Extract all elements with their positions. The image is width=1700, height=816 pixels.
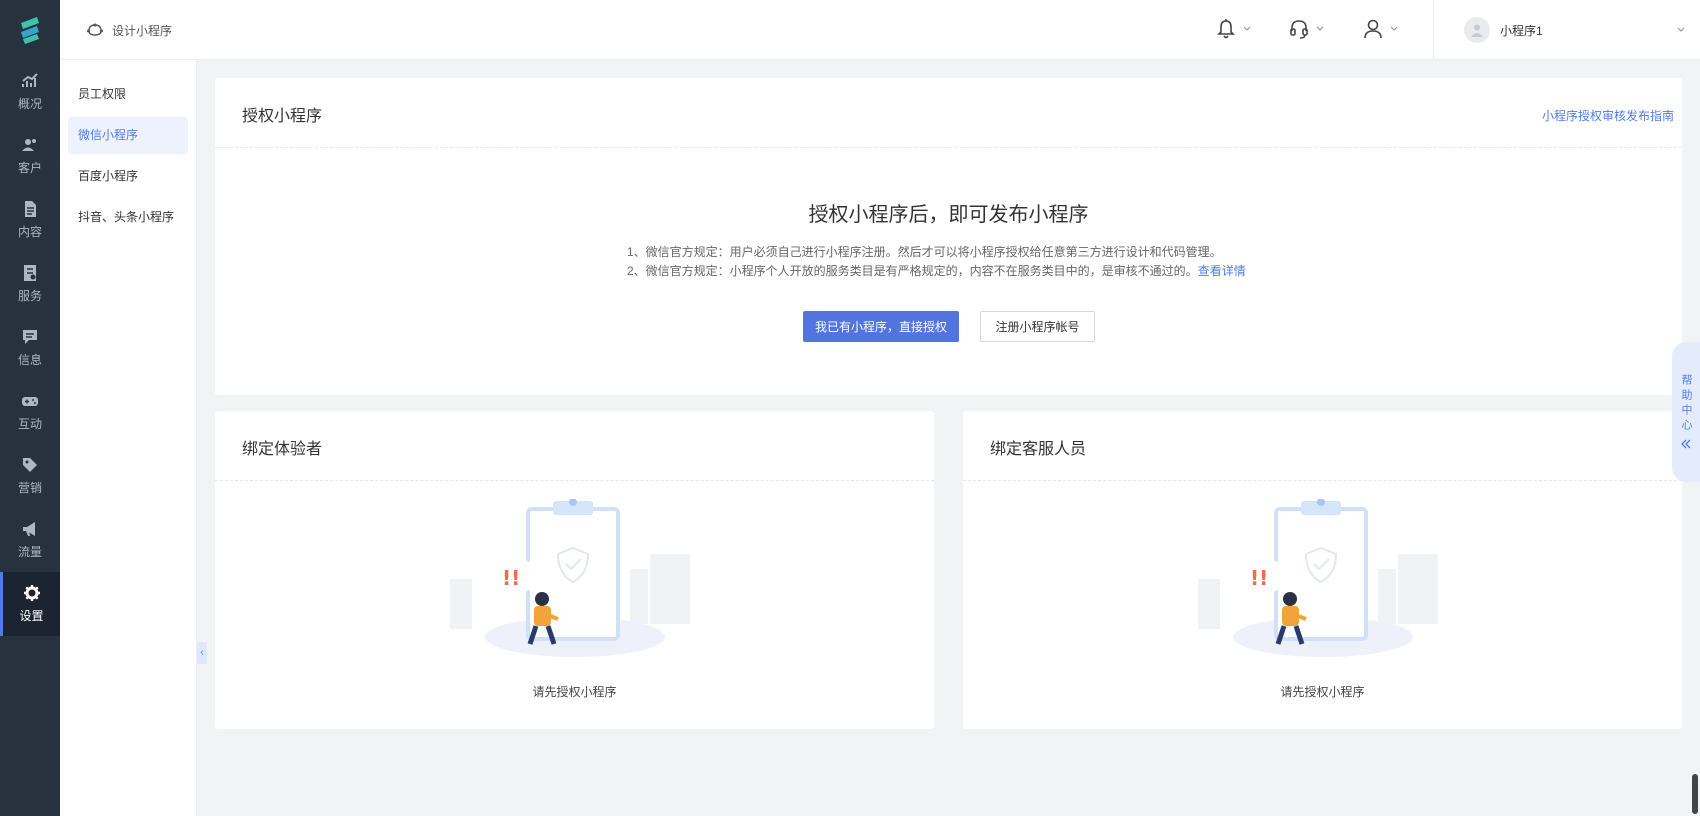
rail-item-label: 客户	[17, 161, 42, 175]
user-name: 小程序1	[1500, 23, 1543, 38]
account-button[interactable]	[1363, 18, 1399, 40]
rail-item-customers[interactable]: 客户	[0, 124, 60, 188]
bind-service-card: 绑定客服人员 !! 请先授权小程序	[963, 411, 1682, 729]
view-details-link[interactable]: 查看详情	[1198, 264, 1246, 278]
chevron-down-icon	[1243, 26, 1251, 31]
rail-item-messages[interactable]: 信息	[0, 316, 60, 380]
users-icon	[22, 139, 36, 151]
rail-item-settings[interactable]: 设置	[0, 572, 60, 636]
rail-item-traffic[interactable]: 流量	[0, 508, 60, 572]
register-account-button[interactable]: 注册小程序帐号	[980, 311, 1095, 342]
user-menu[interactable]: 小程序1	[1433, 0, 1700, 60]
rail-item-interaction[interactable]: 互动	[0, 380, 60, 444]
rail-item-label: 流量	[17, 545, 42, 559]
help-center-label: 帮助中心	[1680, 374, 1692, 434]
empty-clipboard-illustration: !!	[450, 499, 690, 657]
headset-icon	[1290, 20, 1308, 39]
rule-1: 1、微信官方规定：用户必须自己进行小程序注册。然后才可以将小程序授权给任意第三方…	[627, 245, 1222, 259]
logo[interactable]	[0, 0, 60, 60]
empty-clipboard-illustration: !!	[1198, 499, 1438, 657]
service-icon	[24, 265, 36, 281]
help-center-tab[interactable]: 帮助中心	[1672, 342, 1700, 482]
chart-icon	[22, 73, 38, 87]
chevron-down-icon	[1316, 26, 1324, 31]
bell-icon	[1217, 19, 1235, 39]
top-bar: 设计小程序 小程序1	[60, 0, 1700, 60]
collapse-subnav-button[interactable]: ‹	[197, 642, 207, 664]
authorize-heading: 授权小程序后，即可发布小程序	[808, 204, 1089, 226]
empty-state-text: 请先授权小程序	[1280, 685, 1365, 699]
double-chevron-left-icon	[1681, 439, 1691, 449]
support-button[interactable]	[1289, 18, 1325, 40]
divider	[215, 147, 1682, 148]
breadcrumb-label: 设计小程序	[112, 23, 173, 38]
divider	[963, 480, 1682, 481]
rule-2-text: 2、微信官方规定：小程序个人开放的服务类目是有严格规定的，内容不在服务类目中的，…	[627, 264, 1198, 278]
message-icon	[23, 330, 37, 344]
svg-text:!!: !!	[502, 566, 520, 590]
rail-item-label: 概况	[17, 97, 42, 111]
rail-item-marketing[interactable]: 营销	[0, 444, 60, 508]
subnav-item-wechat-miniprogram[interactable]: 微信小程序	[68, 117, 188, 154]
divider	[215, 480, 934, 481]
tag-icon	[23, 458, 37, 472]
rail-item-service[interactable]: 服务	[0, 252, 60, 316]
wechat-rules: 1、微信官方规定：用户必须自己进行小程序注册。然后才可以将小程序授权给任意第三方…	[627, 243, 1246, 281]
rail-item-label: 营销	[17, 481, 42, 495]
bind-tester-card: 绑定体验者 !! 请先授权小程序	[215, 411, 934, 729]
subnav-item-staff-permissions[interactable]: 员工权限	[68, 76, 188, 113]
breadcrumb[interactable]: 设计小程序	[86, 0, 172, 60]
empty-state-text: 请先授权小程序	[532, 685, 617, 699]
chevron-down-icon	[1677, 27, 1685, 32]
svg-text:!!: !!	[1250, 566, 1268, 590]
subnav-item-douyin-miniprogram[interactable]: 抖音、头条小程序	[68, 199, 188, 236]
chevron-down-icon	[1390, 26, 1398, 31]
rule-2: 2、微信官方规定：小程序个人开放的服务类目是有严格规定的，内容不在服务类目中的，…	[627, 262, 1246, 281]
rail-item-content[interactable]: 内容	[0, 188, 60, 252]
rail-item-label: 服务	[17, 289, 42, 303]
gamepad-icon	[22, 397, 38, 406]
document-icon	[25, 201, 36, 217]
main-rail: 概况 客户 内容 服务 信息 互动 营销 流量 设置	[0, 0, 60, 816]
page-scrollbar[interactable]	[1692, 774, 1698, 814]
rail-item-overview[interactable]: 概况	[0, 60, 60, 124]
notification-button[interactable]	[1216, 18, 1252, 40]
rail-item-label: 设置	[19, 609, 44, 623]
design-icon	[87, 23, 103, 36]
subnav-item-baidu-miniprogram[interactable]: 百度小程序	[68, 158, 188, 195]
logo-icon	[21, 17, 39, 44]
rail-item-label: 互动	[17, 417, 42, 431]
settings-subnav: 员工权限 微信小程序 百度小程序 抖音、头条小程序	[60, 60, 197, 816]
gear-icon	[23, 585, 40, 601]
card-title: 绑定体验者	[242, 441, 323, 458]
rail-item-label: 信息	[17, 353, 42, 367]
card-title: 授权小程序	[242, 108, 323, 125]
publish-guide-link[interactable]: 小程序授权审核发布指南	[1542, 107, 1674, 124]
avatar-placeholder-icon	[1471, 24, 1483, 37]
card-title: 绑定客服人员	[990, 441, 1087, 458]
avatar	[1464, 17, 1490, 43]
authorize-existing-button[interactable]: 我已有小程序，直接授权	[803, 311, 959, 342]
megaphone-icon	[23, 522, 35, 536]
authorize-card: 授权小程序 小程序授权审核发布指南 授权小程序后，即可发布小程序 1、微信官方规…	[215, 78, 1682, 395]
rail-item-label: 内容	[17, 225, 42, 239]
user-icon	[1364, 19, 1382, 39]
